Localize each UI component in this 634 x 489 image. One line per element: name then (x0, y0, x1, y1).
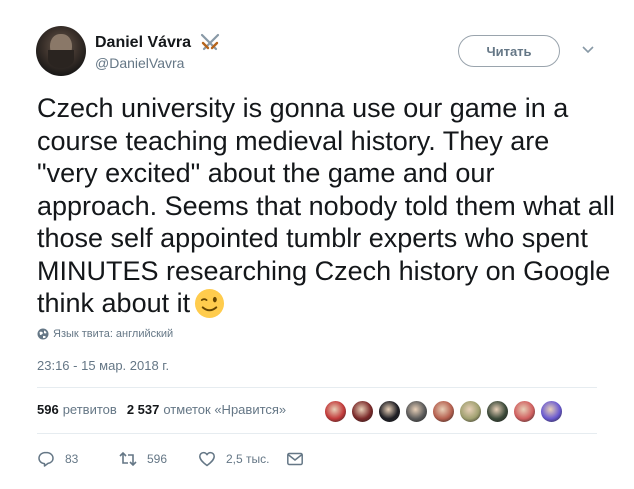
author-avatar[interactable] (36, 26, 86, 76)
envelope-icon (287, 452, 303, 466)
tweet-language-note: Язык твита: английский (37, 328, 173, 340)
divider (37, 433, 597, 434)
retweet-count: 596 (147, 452, 168, 466)
liker-avatar[interactable] (486, 400, 509, 423)
tweet-stats: 596 ретвитов 2 537 отметок «Нравится» (37, 402, 286, 417)
liker-avatar[interactable] (351, 400, 374, 423)
crossed-swords-icon (200, 33, 220, 51)
tweet-body: Czech university is gonna use our game i… (37, 93, 615, 318)
liker-avatars (324, 400, 567, 423)
retweets-count[interactable]: 596 (37, 402, 59, 417)
retweets-label[interactable]: ретвитов (63, 402, 117, 417)
author-name[interactable]: Daniel Vávra (95, 34, 191, 52)
likes-label[interactable]: отметок «Нравится» (163, 402, 286, 417)
heart-icon (199, 451, 215, 467)
reply-icon (38, 451, 54, 467)
author-name-row[interactable]: Daniel Vávra (95, 33, 221, 53)
divider (37, 387, 597, 388)
language-label: Язык твита: английский (53, 328, 174, 340)
reply-count: 83 (65, 452, 79, 466)
liker-avatar[interactable] (513, 400, 536, 423)
avatar-beard (48, 50, 74, 68)
direct-message-button[interactable] (286, 450, 314, 468)
author-handle[interactable]: @DanielVavra (95, 55, 184, 71)
liker-avatar[interactable] (540, 400, 563, 423)
winking-face-emoji-icon (195, 288, 225, 319)
like-button[interactable]: 2,5 тыс. (198, 450, 286, 468)
follow-button[interactable]: Читать (458, 35, 560, 67)
liker-avatar[interactable] (405, 400, 428, 423)
reply-button[interactable]: 83 (37, 450, 119, 468)
chevron-down-icon[interactable] (582, 46, 594, 54)
liker-avatar[interactable] (378, 400, 401, 423)
liker-avatar[interactable] (432, 400, 455, 423)
liker-avatar[interactable] (459, 400, 482, 423)
retweet-button[interactable]: 596 (119, 450, 198, 468)
likes-count[interactable]: 2 537 (127, 402, 160, 417)
tweet-text: Czech university is gonna use our game i… (37, 92, 617, 320)
like-count: 2,5 тыс. (226, 452, 270, 466)
liker-avatar[interactable] (324, 400, 347, 423)
tweet-timestamp[interactable]: 23:16 - 15 мар. 2018 г. (37, 358, 169, 373)
globe-icon (37, 328, 49, 340)
retweet-icon (119, 451, 137, 467)
tweet-actions: 83 596 2,5 тыс. (37, 450, 314, 468)
